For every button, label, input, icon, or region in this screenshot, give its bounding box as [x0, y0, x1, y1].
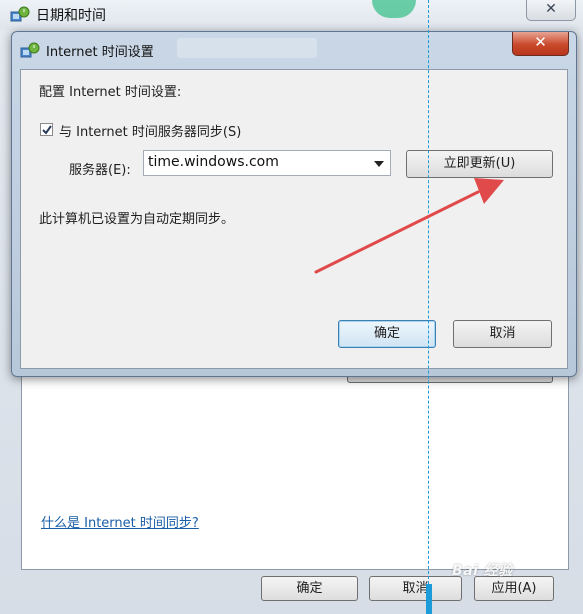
annotation-arrow — [314, 178, 504, 274]
watermark: Bai 经验 — [452, 563, 513, 579]
